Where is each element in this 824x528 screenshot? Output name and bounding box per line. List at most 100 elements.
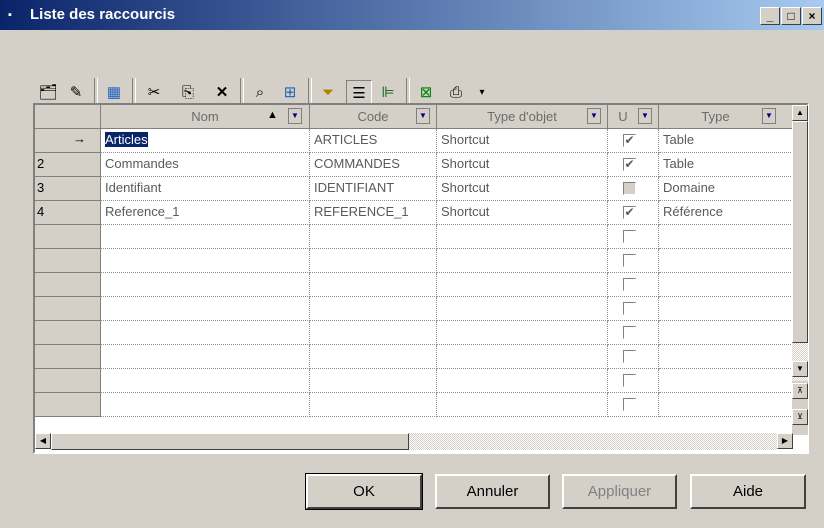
cell-name[interactable]: Identifiant (101, 177, 310, 201)
cell-code[interactable]: COMMANDES (310, 153, 437, 177)
chevron-down-icon[interactable]: ▼ (762, 108, 776, 124)
empty-cell[interactable] (608, 297, 659, 321)
checkbox-unchecked[interactable] (623, 254, 636, 267)
empty-cell[interactable] (310, 273, 437, 297)
row-header[interactable] (35, 345, 101, 369)
help-button[interactable]: Aide (690, 474, 806, 509)
row-header[interactable]: 3 (35, 177, 101, 201)
cell-object-type[interactable]: Shortcut (437, 153, 608, 177)
empty-cell[interactable] (101, 369, 310, 393)
cell-u[interactable]: ✔ (608, 153, 659, 177)
row-header[interactable] (35, 393, 101, 417)
empty-cell[interactable] (310, 321, 437, 345)
empty-cell[interactable] (608, 393, 659, 417)
cell-u[interactable]: ✔ (608, 129, 659, 153)
properties-icon[interactable]: 🗂 (36, 80, 60, 104)
excel-icon[interactable]: ⊠ (414, 80, 438, 104)
checkbox-unchecked[interactable] (623, 350, 636, 363)
vertical-scrollbar[interactable]: ▲ ▼ ⊼ ⊻ (792, 105, 808, 435)
empty-cell[interactable] (608, 273, 659, 297)
cell-code[interactable]: REFERENCE_1 (310, 201, 437, 225)
row-header[interactable]: 2 (35, 153, 101, 177)
empty-cell[interactable] (437, 225, 608, 249)
checkbox-checked[interactable]: ✔ (623, 158, 636, 171)
empty-cell[interactable] (608, 225, 659, 249)
system-menu-icon[interactable]: ▪ (8, 10, 18, 21)
checkbox-checked[interactable]: ✔ (623, 206, 636, 219)
scroll-right-button[interactable]: ▶ (777, 433, 793, 449)
checkbox-unchecked[interactable] (623, 374, 636, 387)
empty-cell[interactable] (437, 345, 608, 369)
dropdown-icon[interactable]: ▾ (470, 80, 494, 104)
empty-cell[interactable] (310, 225, 437, 249)
empty-cell[interactable] (310, 393, 437, 417)
empty-cell[interactable] (437, 321, 608, 345)
empty-cell[interactable] (659, 345, 793, 369)
scroll-up-button[interactable]: ▲ (792, 105, 808, 121)
chevron-down-icon[interactable]: ▼ (416, 108, 430, 124)
empty-cell[interactable] (310, 345, 437, 369)
empty-cell[interactable] (101, 225, 310, 249)
delete-icon[interactable]: ✕ (210, 80, 234, 104)
empty-cell[interactable] (437, 393, 608, 417)
ok-button[interactable]: OK (305, 473, 423, 510)
checkbox-unchecked[interactable] (623, 302, 636, 315)
cell-code[interactable]: IDENTIFIANT (310, 177, 437, 201)
chevron-down-icon[interactable]: ▼ (288, 108, 302, 124)
empty-cell[interactable] (101, 273, 310, 297)
empty-cell[interactable] (437, 297, 608, 321)
cell-type[interactable]: Table (659, 153, 793, 177)
row-header[interactable] (35, 225, 101, 249)
checkbox-unchecked[interactable] (623, 230, 636, 243)
scroll-thumb[interactable] (51, 433, 409, 450)
empty-cell[interactable] (659, 393, 793, 417)
scroll-thumb[interactable] (792, 121, 808, 343)
empty-cell[interactable] (101, 249, 310, 273)
empty-cell[interactable] (608, 369, 659, 393)
cell-object-type[interactable]: Shortcut (437, 177, 608, 201)
column-header-nom[interactable]: Nom ▲ ▼ (101, 105, 310, 129)
column-header-type-objet[interactable]: Type d'objet ▼ (437, 105, 608, 129)
cell-code[interactable]: ARTICLES (310, 129, 437, 153)
scroll-page-down-button[interactable]: ⊻ (792, 409, 808, 425)
scroll-track[interactable] (409, 433, 777, 450)
scroll-down-button[interactable]: ▼ (792, 361, 808, 377)
cell-name[interactable]: Articles (101, 129, 310, 153)
column-header-type[interactable]: Type ▼ (659, 105, 793, 129)
column-header-code[interactable]: Code ▼ (310, 105, 437, 129)
cell-name[interactable]: Commandes (101, 153, 310, 177)
edit-icon[interactable]: ✎ (64, 80, 88, 104)
find-icon[interactable]: ⌕ (248, 80, 272, 104)
row-header[interactable] (35, 321, 101, 345)
empty-cell[interactable] (659, 249, 793, 273)
checkbox-unchecked[interactable] (623, 182, 636, 195)
copy-icon[interactable]: ⎘ (176, 80, 200, 104)
row-header[interactable]: → (35, 129, 101, 153)
cancel-button[interactable]: Annuler (435, 474, 550, 509)
scroll-left-button[interactable]: ◀ (35, 433, 51, 449)
empty-cell[interactable] (310, 369, 437, 393)
empty-cell[interactable] (659, 297, 793, 321)
cut-icon[interactable]: ✂ (142, 80, 166, 104)
cell-object-type[interactable]: Shortcut (437, 129, 608, 153)
close-button[interactable]: × (802, 7, 822, 25)
cell-type[interactable]: Domaine (659, 177, 793, 201)
cell-type[interactable]: Table (659, 129, 793, 153)
empty-cell[interactable] (101, 393, 310, 417)
empty-cell[interactable] (437, 369, 608, 393)
cell-u[interactable] (608, 177, 659, 201)
checkbox-unchecked[interactable] (623, 278, 636, 291)
empty-cell[interactable] (310, 297, 437, 321)
filter-icon[interactable]: ⏷ (316, 80, 340, 104)
row-header[interactable] (35, 369, 101, 393)
checkbox-unchecked[interactable] (623, 398, 636, 411)
empty-cell[interactable] (437, 249, 608, 273)
empty-cell[interactable] (608, 321, 659, 345)
maximize-button[interactable]: □ (781, 7, 801, 25)
cell-type[interactable]: Référence (659, 201, 793, 225)
row-header[interactable] (35, 273, 101, 297)
insert-icon[interactable]: ▦ (102, 80, 126, 104)
minimize-button[interactable]: _ (760, 7, 780, 25)
empty-cell[interactable] (608, 249, 659, 273)
empty-cell[interactable] (101, 321, 310, 345)
